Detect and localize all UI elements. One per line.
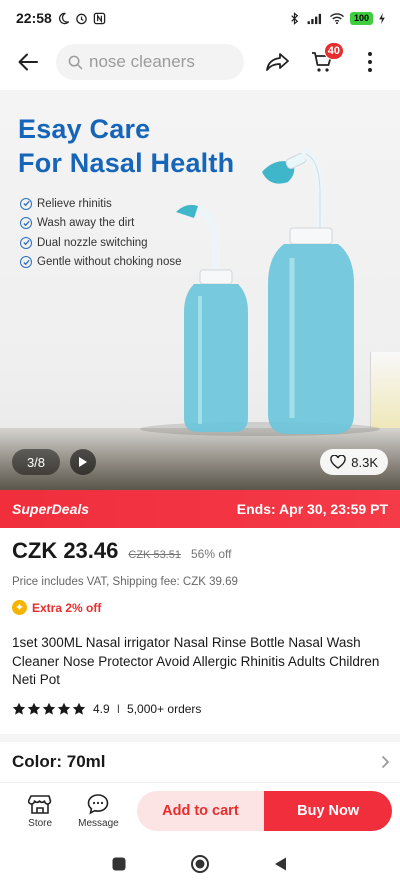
section-divider — [0, 734, 400, 742]
star-icon — [12, 702, 26, 715]
system-navigation-bar — [0, 838, 400, 889]
wishlist-button[interactable]: 8.3K — [320, 449, 388, 475]
product-title: 1set 300ML Nasal irrigator Nasal Rinse B… — [12, 635, 380, 687]
share-button[interactable] — [260, 44, 296, 80]
back-arrow-icon — [18, 53, 38, 71]
deal-name: SuperDeals — [12, 501, 90, 517]
rating-separator: I — [116, 702, 121, 716]
star-icon — [42, 702, 56, 715]
battery-icon: 100 — [349, 11, 373, 25]
rating-value: 4.9 — [93, 702, 110, 716]
bottom-action-bar: Store Message Add to cart Buy Now — [0, 782, 400, 838]
star-icon — [57, 702, 71, 715]
orders-count: 5,000+ orders — [127, 702, 202, 716]
add-to-cart-button[interactable]: Add to cart — [136, 790, 265, 831]
charging-icon — [379, 12, 385, 24]
coin-icon: ✦ — [12, 600, 27, 615]
signal-icon — [307, 13, 322, 24]
color-selector[interactable]: Color: 70ml — [12, 752, 390, 772]
nasal-bottles-illustration — [176, 149, 354, 434]
color-label: Color: 70ml — [12, 752, 106, 771]
extra-discount[interactable]: ✦ Extra 2% off — [12, 600, 101, 615]
like-count: 8.3K — [351, 454, 378, 470]
chevron-right-icon — [381, 755, 390, 769]
search-icon — [68, 55, 83, 69]
home-icon[interactable] — [190, 854, 210, 874]
play-icon — [79, 457, 87, 467]
nfc-icon — [93, 12, 106, 24]
store-icon — [28, 794, 52, 814]
top-navigation-bar: nose cleaners 40 — [0, 40, 400, 84]
image-counter: 3/8 — [12, 449, 60, 475]
rating-stars — [12, 702, 86, 716]
superdeals-banner[interactable]: SuperDeals Ends: Apr 30, 23:59 PT — [0, 490, 400, 528]
vat-shipping-note: Price includes VAT, Shipping fee: CZK 39… — [12, 576, 238, 588]
cart-count-badge: 40 — [323, 42, 344, 60]
original-price: CZK 53.51 — [128, 549, 181, 561]
alarm-icon — [76, 13, 87, 24]
back-button[interactable] — [10, 44, 46, 80]
discount-percent: 56% off — [190, 547, 232, 561]
recent-apps-icon[interactable] — [111, 856, 127, 872]
search-placeholder: nose cleaners — [89, 52, 195, 71]
star-icon — [72, 702, 86, 715]
store-label: Store — [28, 817, 53, 829]
message-button[interactable]: Message — [72, 793, 124, 829]
current-price: CZK 23.46 — [12, 538, 119, 563]
status-bar: 22:58 100 — [0, 0, 400, 36]
cart-button[interactable]: 40 — [304, 42, 344, 80]
product-image-carousel[interactable]: Esay Care For Nasal Health Relieve rhini… — [0, 90, 400, 490]
store-button[interactable]: Store — [14, 793, 66, 829]
price-row: CZK 23.46 CZK 53.51 56% off — [12, 538, 231, 564]
message-icon — [88, 793, 109, 815]
back-triangle-icon[interactable] — [273, 856, 289, 872]
rating-row[interactable]: 4.9 I 5,000+ orders — [12, 702, 201, 716]
wifi-icon — [329, 12, 344, 24]
buy-now-button[interactable]: Buy Now — [264, 790, 392, 831]
share-icon — [266, 53, 289, 71]
heart-icon — [330, 455, 346, 469]
search-input[interactable]: nose cleaners — [56, 44, 244, 80]
message-label: Message — [78, 817, 119, 829]
moon-icon — [58, 12, 69, 24]
play-video-button[interactable] — [70, 449, 96, 475]
star-icon — [27, 702, 41, 715]
deal-countdown: Ends: Apr 30, 23:59 PT — [236, 501, 388, 517]
status-time: 22:58 — [16, 10, 52, 26]
extra-discount-text: Extra 2% off — [32, 600, 102, 615]
bluetooth-icon — [291, 11, 299, 25]
more-vertical-icon — [368, 52, 372, 72]
more-options-button[interactable] — [352, 44, 388, 80]
